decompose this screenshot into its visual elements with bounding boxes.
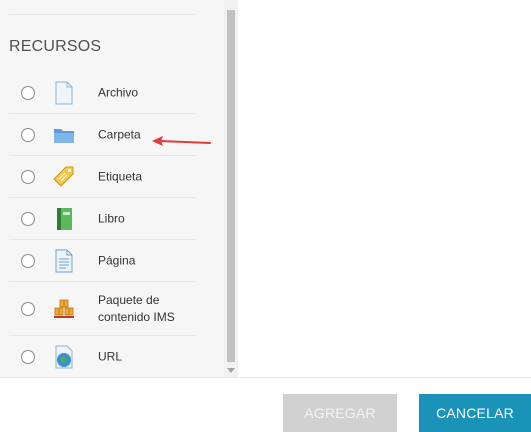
resource-list: Archivo Carpeta Etiqueta Libro Página Pa… bbox=[9, 72, 195, 377]
resource-item-archivo[interactable]: Archivo bbox=[9, 72, 195, 114]
radio-button[interactable] bbox=[21, 350, 35, 364]
divider bbox=[9, 14, 195, 15]
red-arrow-annotation bbox=[152, 136, 211, 146]
radio-button[interactable] bbox=[21, 253, 35, 268]
folder-icon bbox=[53, 123, 75, 147]
resource-label: Libro bbox=[98, 211, 125, 225]
resources-panel: RECURSOS Archivo Carpeta Etiqueta Libro … bbox=[0, 0, 224, 377]
radio-button[interactable] bbox=[21, 127, 35, 142]
globe-icon bbox=[53, 345, 75, 369]
resource-label: URL bbox=[98, 349, 123, 364]
scrollbar-thumb[interactable] bbox=[227, 10, 235, 362]
resource-label: Archivo bbox=[98, 85, 139, 99]
resource-label: Página bbox=[98, 253, 136, 267]
resource-item-libro[interactable]: Libro bbox=[9, 198, 195, 240]
page-icon bbox=[53, 249, 75, 273]
radio-button[interactable] bbox=[21, 211, 35, 226]
radio-button[interactable] bbox=[21, 301, 35, 316]
vertical-scrollbar[interactable] bbox=[224, 0, 238, 377]
resource-label: Etiqueta bbox=[98, 169, 143, 183]
cancel-button[interactable]: CANCELAR bbox=[419, 394, 531, 432]
package-icon bbox=[53, 297, 75, 321]
resource-label: Carpeta bbox=[98, 127, 141, 141]
resource-item-paquete-ims[interactable]: Paquete de contenido IMS bbox=[9, 282, 195, 336]
scroll-down-arrow-icon[interactable] bbox=[227, 368, 235, 373]
resource-item-pagina[interactable]: Página bbox=[9, 240, 195, 282]
radio-button[interactable] bbox=[21, 169, 35, 184]
file-icon bbox=[53, 81, 75, 105]
resource-label: Paquete de contenido IMS bbox=[98, 292, 175, 324]
resource-item-url[interactable]: URL bbox=[9, 336, 195, 377]
section-title: RECURSOS bbox=[9, 38, 102, 55]
tag-icon bbox=[53, 165, 75, 189]
add-button[interactable]: AGREGAR bbox=[283, 394, 397, 432]
radio-button[interactable] bbox=[21, 85, 35, 100]
dialog-footer: AGREGAR CANCELAR bbox=[0, 377, 531, 432]
resource-item-etiqueta[interactable]: Etiqueta bbox=[9, 156, 195, 198]
book-icon bbox=[53, 207, 75, 231]
